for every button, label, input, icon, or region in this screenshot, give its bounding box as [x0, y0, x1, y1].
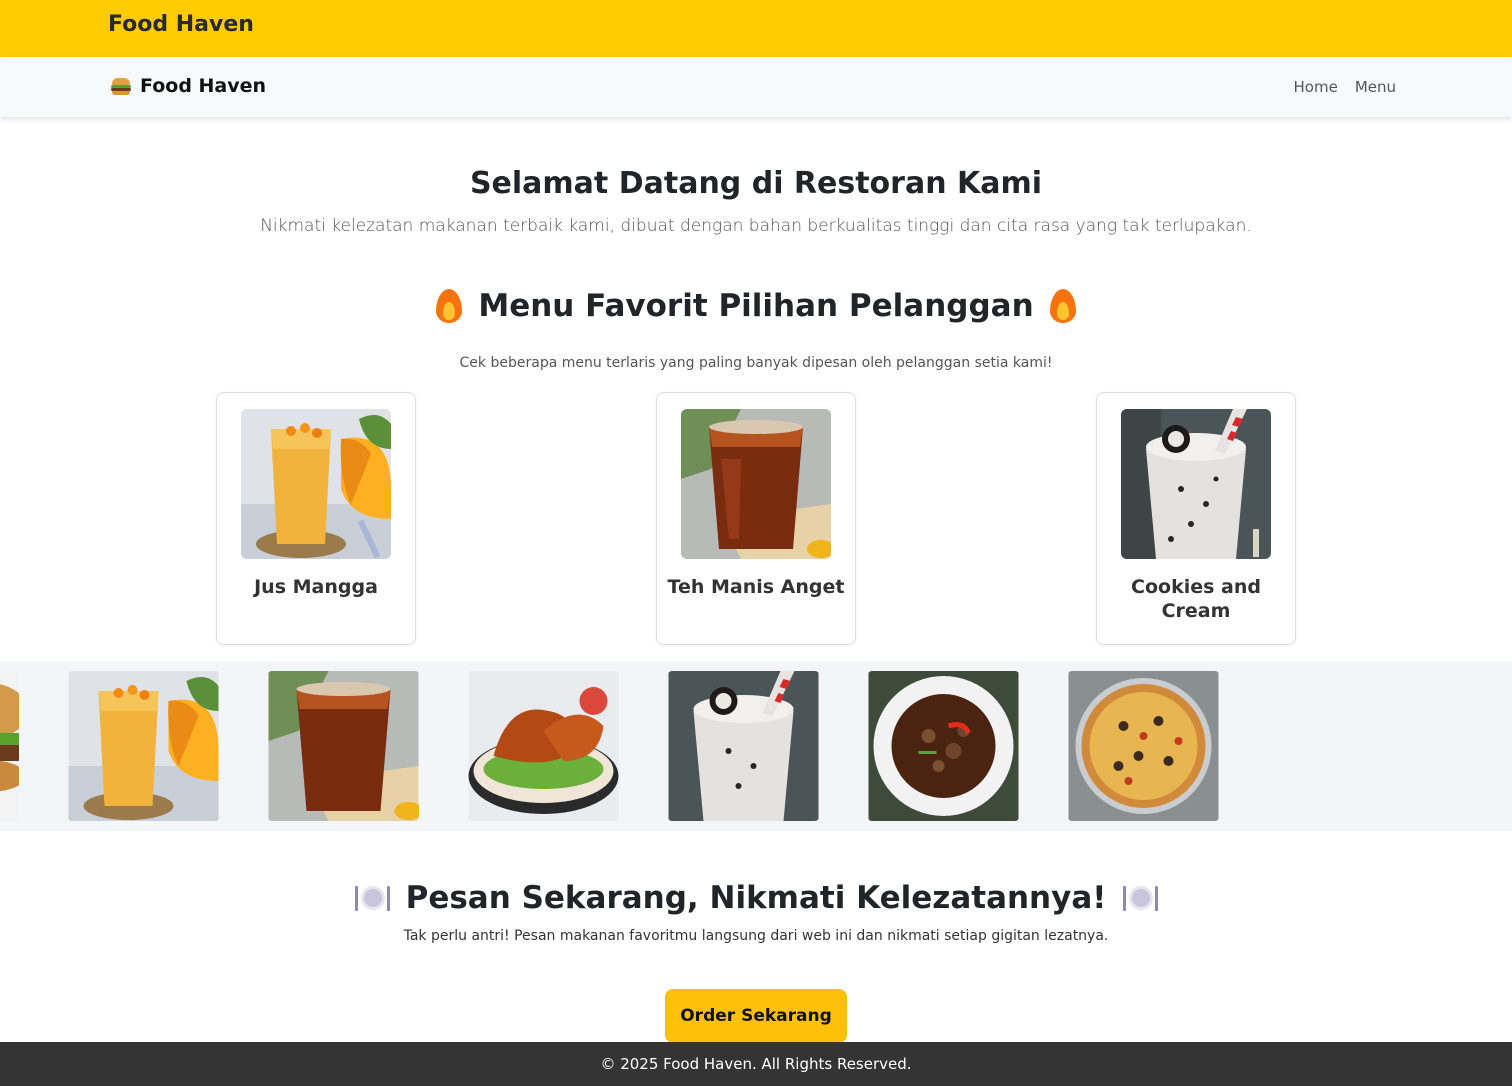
menu-card-name: Teh Manis Anget	[667, 576, 845, 598]
brand-text: Food Haven	[140, 75, 267, 97]
food-carousel[interactable]	[0, 661, 1512, 831]
hero-subtitle: Nikmati kelezatan makanan terbaik kami, …	[260, 216, 1252, 236]
top-banner: Food Haven	[0, 0, 1512, 57]
nav-link-menu[interactable]: Menu	[1355, 78, 1396, 96]
order-subtitle: Tak perlu antri! Pesan makanan favoritmu…	[403, 928, 1109, 944]
nav-links: Home Menu	[1294, 78, 1396, 96]
menu-card-name: Cookies and Cream	[1131, 576, 1261, 622]
menu-card-jus-mangga[interactable]: Jus Mangga	[216, 392, 416, 645]
plate-cutlery-icon	[354, 883, 390, 913]
order-now-button[interactable]: Order Sekarang	[665, 989, 847, 1043]
order-heading: Pesan Sekarang, Nikmati Kelezatannya!	[0, 880, 1512, 916]
plate-cutlery-icon	[1122, 883, 1159, 913]
hero-title: Selamat Datang di Restoran Kami	[469, 166, 1043, 201]
footer-copyright: © 2025 Food Haven. All Rights Reserved.	[600, 1055, 912, 1073]
burger-icon	[110, 76, 132, 96]
site-title: Food Haven	[108, 12, 254, 37]
order-title: Pesan Sekarang, Nikmati Kelezatannya!	[405, 880, 1107, 916]
pizza-image	[1068, 671, 1219, 821]
cookies-cream-image	[1121, 409, 1271, 559]
cookies-cream-image	[668, 671, 819, 821]
soup-image	[868, 671, 1019, 821]
footer: © 2025 Food Haven. All Rights Reserved.	[0, 1042, 1512, 1086]
fire-icon	[1049, 289, 1076, 323]
favorites-subtitle: Cek beberapa menu terlaris yang paling b…	[459, 355, 1053, 371]
fire-icon	[436, 289, 463, 323]
mango-juice-image	[68, 671, 219, 821]
menu-card-teh-manis[interactable]: Teh Manis Anget	[656, 392, 856, 645]
burger-image	[0, 671, 19, 821]
sweet-tea-image	[681, 409, 831, 559]
menu-card-name: Jus Mangga	[254, 576, 378, 598]
favorites-heading: Menu Favorit Pilihan Pelanggan	[0, 288, 1512, 324]
menu-card-cookies-cream[interactable]: Cookies and Cream	[1096, 392, 1296, 645]
navbar-brand[interactable]: Food Haven	[110, 75, 266, 97]
navbar: Food Haven Home Menu	[0, 57, 1512, 117]
nav-link-home[interactable]: Home	[1294, 78, 1338, 96]
favorites-title: Menu Favorit Pilihan Pelanggan	[478, 288, 1034, 324]
mango-juice-image	[241, 409, 391, 559]
grilled-chicken-image	[468, 671, 619, 821]
sweet-tea-image	[268, 671, 419, 821]
